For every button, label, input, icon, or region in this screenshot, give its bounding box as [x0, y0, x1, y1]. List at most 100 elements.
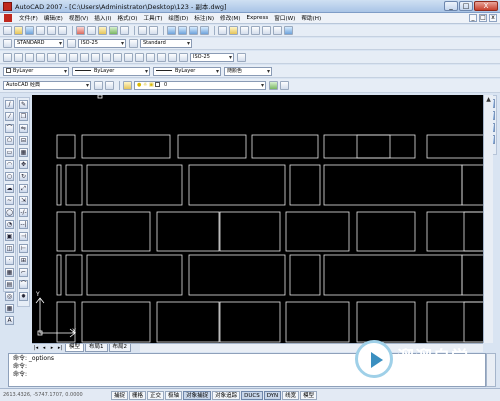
vertical-scrollbar[interactable]: ▲ [483, 95, 493, 343]
help-icon[interactable] [284, 26, 293, 35]
dim-edit-icon[interactable] [157, 52, 166, 62]
snap-toggle[interactable]: 捕捉 [111, 390, 129, 400]
grid-toggle[interactable]: 栅格 [129, 390, 147, 400]
save-workspace-icon[interactable] [105, 81, 114, 90]
table-icon[interactable]: ▦ [5, 304, 14, 313]
save-icon[interactable] [25, 26, 34, 35]
menu-dimension[interactable]: 标注(N) [191, 14, 217, 22]
brick[interactable] [285, 211, 350, 252]
quick-dim-icon[interactable] [91, 52, 100, 62]
polyline-icon[interactable]: ⌒ [5, 124, 14, 133]
break-icon[interactable]: ⊢ [19, 244, 28, 253]
tool-palettes-icon[interactable] [240, 26, 249, 35]
chamfer-icon[interactable]: ⌐ [19, 268, 28, 277]
mtext-icon[interactable]: A [5, 316, 14, 325]
tab-model[interactable]: 模型 [65, 344, 85, 352]
lineweight-control[interactable]: ByLayer [153, 66, 221, 76]
make-block-icon[interactable]: ◫ [5, 244, 14, 253]
brick[interactable] [323, 254, 463, 296]
menu-express[interactable]: Express [243, 15, 271, 21]
menu-window[interactable]: 窗口(W) [271, 14, 298, 22]
baseline-dim-icon[interactable] [102, 52, 111, 62]
first-tab-icon[interactable]: |◂ [32, 345, 40, 351]
arc-length-icon[interactable] [25, 52, 34, 62]
rectangle-icon[interactable]: ▭ [5, 148, 14, 157]
brick[interactable] [356, 211, 416, 252]
plotstyle-control[interactable]: 随颜色 [224, 66, 272, 76]
ducs-toggle[interactable]: DUCS [241, 390, 263, 400]
plot-icon[interactable] [36, 26, 45, 35]
mirror-icon[interactable]: ⇋ [19, 124, 28, 133]
workspace-settings-icon[interactable] [94, 81, 103, 90]
erase-icon[interactable]: ✎ [19, 100, 28, 109]
otrack-toggle[interactable]: 对象追踪 [212, 390, 241, 400]
autocad-app-icon[interactable] [3, 1, 12, 11]
dim-update-icon[interactable] [179, 52, 188, 62]
brick[interactable] [426, 211, 483, 252]
xline-icon[interactable]: ⁄ [5, 112, 14, 121]
point-icon[interactable]: · [5, 256, 14, 265]
publish-icon[interactable] [58, 26, 67, 35]
menu-insert[interactable]: 插入(I) [91, 14, 114, 22]
array-icon[interactable]: ▦ [19, 148, 28, 157]
menu-view[interactable]: 视图(V) [66, 14, 91, 22]
menu-modify[interactable]: 修改(M) [217, 14, 243, 22]
brick[interactable] [56, 164, 62, 206]
brick[interactable] [289, 254, 321, 296]
table-style-icon[interactable] [129, 39, 138, 48]
model-toggle[interactable]: 模型 [300, 390, 318, 400]
paste-icon[interactable] [98, 26, 107, 35]
plot-preview-icon[interactable] [47, 26, 56, 35]
revcloud-icon[interactable]: ☁ [5, 184, 14, 193]
sheet-set-icon[interactable] [251, 26, 260, 35]
last-tab-icon[interactable]: ▸| [56, 345, 64, 351]
coordinate-display[interactable]: 2613.4326, -5747.1707, 0.0000 [3, 392, 111, 398]
ortho-toggle[interactable]: 正交 [147, 390, 165, 400]
brick[interactable] [463, 301, 483, 343]
offset-icon[interactable]: ⊟ [19, 136, 28, 145]
lineweight-toggle[interactable]: 线宽 [282, 390, 300, 400]
maximize-button[interactable]: □ [459, 1, 473, 11]
region-icon[interactable]: ◎ [5, 292, 14, 301]
brick[interactable] [426, 301, 483, 343]
cut-icon[interactable] [76, 26, 85, 35]
prev-tab-icon[interactable]: ◂ [40, 345, 48, 351]
document-icon[interactable] [4, 14, 12, 22]
brick[interactable] [356, 301, 416, 343]
tolerance-icon[interactable] [135, 52, 144, 62]
drawing-area[interactable]: Y X [32, 95, 483, 343]
diameter-dim-icon[interactable] [69, 52, 78, 62]
angular-dim-icon[interactable] [80, 52, 89, 62]
dim-style-manager-icon[interactable] [237, 52, 246, 62]
menu-help[interactable]: 帮助(H) [298, 14, 324, 22]
next-tab-icon[interactable]: ▸ [48, 345, 56, 351]
polygon-icon[interactable]: ⬠ [5, 136, 14, 145]
brick[interactable] [188, 164, 286, 206]
brick[interactable] [81, 134, 171, 159]
scale-icon[interactable]: ⤢ [19, 184, 28, 193]
continue-dim-icon[interactable] [113, 52, 122, 62]
stretch-icon[interactable]: ⇲ [19, 196, 28, 205]
text-style-icon[interactable] [3, 39, 12, 48]
ellipse-icon[interactable]: ◯ [5, 208, 14, 217]
extend-icon[interactable]: --| [19, 220, 28, 229]
brick[interactable] [56, 301, 76, 343]
brick[interactable] [219, 301, 281, 343]
brick[interactable] [188, 254, 286, 296]
open-icon[interactable] [14, 26, 23, 35]
redo-icon[interactable] [149, 26, 158, 35]
trim-icon[interactable]: -/- [19, 208, 28, 217]
copy-clip-icon[interactable] [87, 26, 96, 35]
brick[interactable] [56, 134, 76, 159]
block-editor-icon[interactable] [120, 26, 129, 35]
radius-dim-icon[interactable] [47, 52, 56, 62]
brick[interactable] [81, 211, 151, 252]
brick[interactable] [65, 164, 83, 206]
zoom-realtime-icon[interactable] [178, 26, 187, 35]
dim-style-control[interactable]: ISO-25 [190, 52, 234, 62]
doc-close-button[interactable]: x [489, 14, 497, 22]
menu-draw[interactable]: 绘图(D) [165, 14, 191, 22]
match-properties-icon[interactable] [109, 26, 118, 35]
linetype-control[interactable]: ByLayer [72, 66, 150, 76]
brick[interactable] [426, 134, 483, 159]
